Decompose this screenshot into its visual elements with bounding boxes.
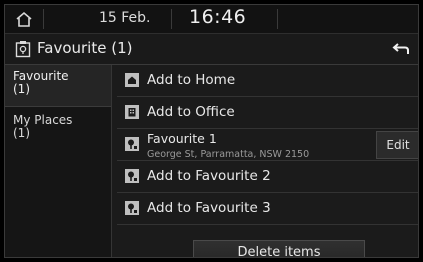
list-item-address: George St, Parramatta, NSW 2150 <box>147 149 310 160</box>
delete-items-button[interactable]: Delete items <box>193 240 365 257</box>
tab-my-places-label: My Places (1) <box>13 113 73 140</box>
tab-favourite-label: Favourite (1) <box>13 69 69 96</box>
category-sidebar: Favourite (1) My Places (1) <box>5 65 112 257</box>
office-icon <box>125 105 139 119</box>
home-icon <box>125 73 139 87</box>
list-item-add-favourite-2[interactable]: Add to Favourite 2 <box>117 161 418 193</box>
back-arrow-icon <box>392 43 409 54</box>
back-button[interactable] <box>384 34 418 64</box>
home-icon <box>16 11 32 27</box>
favourite-place-icon <box>15 41 31 58</box>
home-button[interactable] <box>5 5 43 33</box>
status-bar: 15 Feb. 16:46 <box>5 5 418 34</box>
status-divider <box>277 9 278 29</box>
title-bar: Favourite (1) <box>5 34 418 65</box>
edit-button[interactable]: Edit <box>376 131 418 159</box>
status-divider <box>171 9 172 29</box>
list-item-label: Add to Favourite 2 <box>147 168 271 184</box>
page-title: Favourite (1) <box>37 39 133 57</box>
list-item-add-office[interactable]: Add to Office <box>117 97 418 129</box>
navigation-screen: 15 Feb. 16:46 Favourite (1) Favourite (1… <box>4 4 419 258</box>
list-item-add-home[interactable]: Add to Home <box>117 65 418 97</box>
list-item-add-favourite-3[interactable]: Add to Favourite 3 <box>117 193 418 225</box>
list-item-label: Add to Home <box>147 72 236 88</box>
favourite-pin-icon <box>125 201 139 215</box>
date-display: 15 Feb. <box>99 10 151 26</box>
list-item-favourite-1[interactable]: Favourite 1 George St, Parramatta, NSW 2… <box>117 129 418 161</box>
tab-my-places[interactable]: My Places (1) <box>5 109 111 149</box>
clock-display: 16:46 <box>189 6 247 28</box>
favourite-list: Add to Home Add to Office Favourite 1 Ge… <box>117 65 418 257</box>
favourite-pin-icon <box>125 169 139 183</box>
tab-favourite[interactable]: Favourite (1) <box>5 65 111 107</box>
list-item-label: Add to Office <box>147 104 235 120</box>
favourite-pin-icon <box>125 137 139 151</box>
status-divider <box>43 9 44 29</box>
list-item-label: Favourite 1 <box>147 131 217 146</box>
list-item-label: Add to Favourite 3 <box>147 200 271 216</box>
